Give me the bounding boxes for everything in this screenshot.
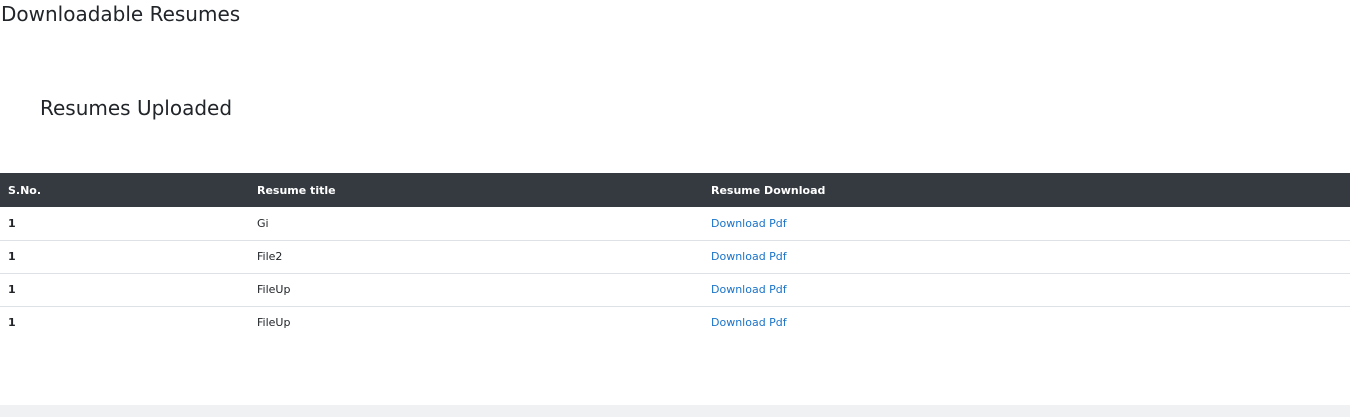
row-resume-title: File2 <box>257 250 283 263</box>
row-resume-title: FileUp <box>257 316 291 330</box>
table-row: 1 FileUp Download Pdf <box>0 273 1350 306</box>
download-pdf-link[interactable]: Download Pdf <box>711 316 787 329</box>
section-title: Resumes Uploaded <box>40 96 233 120</box>
download-pdf-link[interactable]: Download Pdf <box>711 283 787 296</box>
download-pdf-link[interactable]: Download Pdf <box>711 217 787 230</box>
resumes-table-container: S.No. Resume title Resume Download 1 Gi … <box>0 173 1350 339</box>
row-download-cell: Download Pdf <box>703 306 1350 339</box>
footer-bar <box>0 405 1350 417</box>
row-resume-title: Gi <box>257 216 269 230</box>
table-row: 1 FileUp Download Pdf <box>0 306 1350 339</box>
resumes-table: S.No. Resume title Resume Download 1 Gi … <box>0 173 1350 339</box>
row-sno: 1 <box>8 283 16 296</box>
row-download-cell: Download Pdf <box>703 240 1350 273</box>
table-row: 1 File2 Download Pdf <box>0 240 1350 273</box>
table-body: 1 Gi Download Pdf 1 File2 Download Pdf 1… <box>0 207 1350 339</box>
column-header-resume-download: Resume Download <box>711 183 826 197</box>
row-sno: 1 <box>8 216 16 230</box>
row-download-cell: Download Pdf <box>703 273 1350 306</box>
row-download-cell: Download Pdf <box>703 207 1350 240</box>
table-header-row: S.No. Resume title Resume Download <box>0 173 1350 207</box>
row-sno: 1 <box>8 250 16 263</box>
table-row: 1 Gi Download Pdf <box>0 207 1350 240</box>
page-title: Downloadable Resumes <box>1 2 241 26</box>
row-resume-title: FileUp <box>257 283 291 296</box>
table-header: S.No. Resume title Resume Download <box>0 173 1350 207</box>
column-header-resume-title: Resume title <box>257 183 336 197</box>
download-pdf-link[interactable]: Download Pdf <box>711 250 787 263</box>
row-sno: 1 <box>8 316 16 330</box>
column-header-sno: S.No. <box>8 183 42 197</box>
